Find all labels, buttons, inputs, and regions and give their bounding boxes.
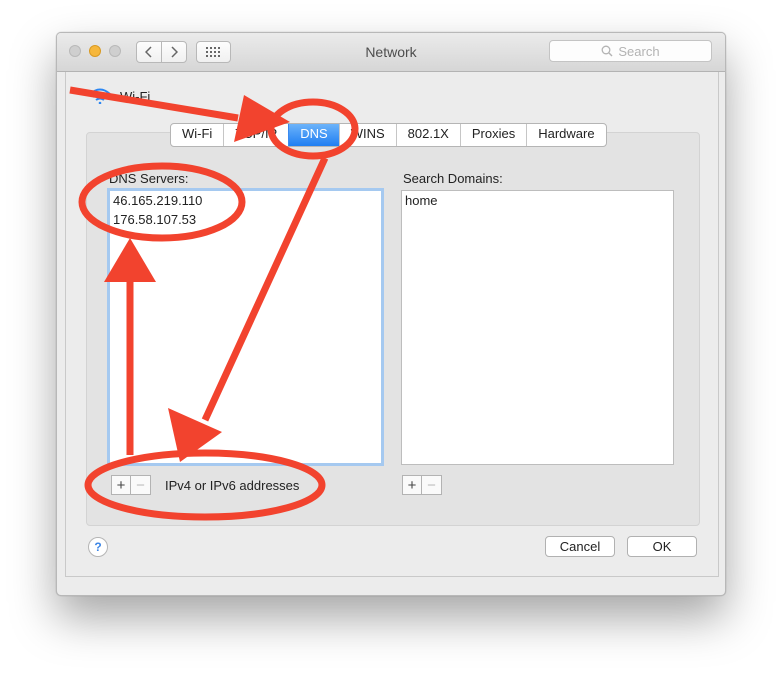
tab-hardware[interactable]: Hardware	[526, 124, 605, 146]
add-dns-server-button[interactable]: +	[111, 475, 131, 495]
wifi-icon	[89, 88, 111, 104]
connection-header: Wi-Fi	[88, 88, 150, 104]
dns-server-row[interactable]: 176.58.107.53	[110, 210, 381, 229]
search-domain-row[interactable]: home	[402, 191, 673, 210]
network-preferences-window: Network Search Wi-Fi DNS Servers: 46.165…	[56, 32, 726, 596]
search-icon	[601, 45, 613, 57]
add-search-domain-button[interactable]: +	[402, 475, 422, 495]
dns-servers-list[interactable]: 46.165.219.110 176.58.107.53	[107, 188, 384, 466]
search-placeholder: Search	[618, 43, 660, 59]
tab-8021x[interactable]: 802.1X	[395, 124, 460, 146]
dns-servers-label: DNS Servers:	[109, 171, 189, 186]
tab-tcpip[interactable]: TCP/IP	[223, 124, 288, 146]
remove-dns-server-button[interactable]: −	[131, 475, 151, 495]
dns-server-row[interactable]: 46.165.219.110	[110, 191, 381, 210]
settings-group: DNS Servers: 46.165.219.110 176.58.107.5…	[86, 132, 700, 526]
search-domains-list[interactable]: home	[401, 190, 674, 465]
remove-search-domain-button[interactable]: −	[422, 475, 442, 495]
connection-name: Wi-Fi	[120, 88, 151, 104]
help-button[interactable]: ?	[88, 537, 108, 557]
tab-dns[interactable]: DNS	[288, 124, 339, 146]
dns-hint-text: IPv4 or IPv6 addresses	[165, 478, 300, 493]
ok-button[interactable]: OK	[627, 536, 697, 557]
tab-wins[interactable]: WINS	[338, 124, 396, 146]
tab-proxies[interactable]: Proxies	[459, 124, 526, 146]
tab-bar: Wi-Fi TCP/IP DNS WINS 802.1X Proxies Har…	[170, 123, 607, 147]
dns-add-remove-control: + −	[111, 475, 151, 495]
search-domains-label: Search Domains:	[403, 171, 503, 186]
search-field[interactable]: Search	[549, 40, 712, 62]
cancel-button[interactable]: Cancel	[545, 536, 615, 557]
tab-wifi[interactable]: Wi-Fi	[171, 124, 223, 146]
domain-add-remove-control: + −	[402, 475, 442, 495]
advanced-sheet: Wi-Fi DNS Servers: 46.165.219.110 176.58…	[65, 72, 719, 577]
title-bar: Network Search	[57, 33, 725, 72]
